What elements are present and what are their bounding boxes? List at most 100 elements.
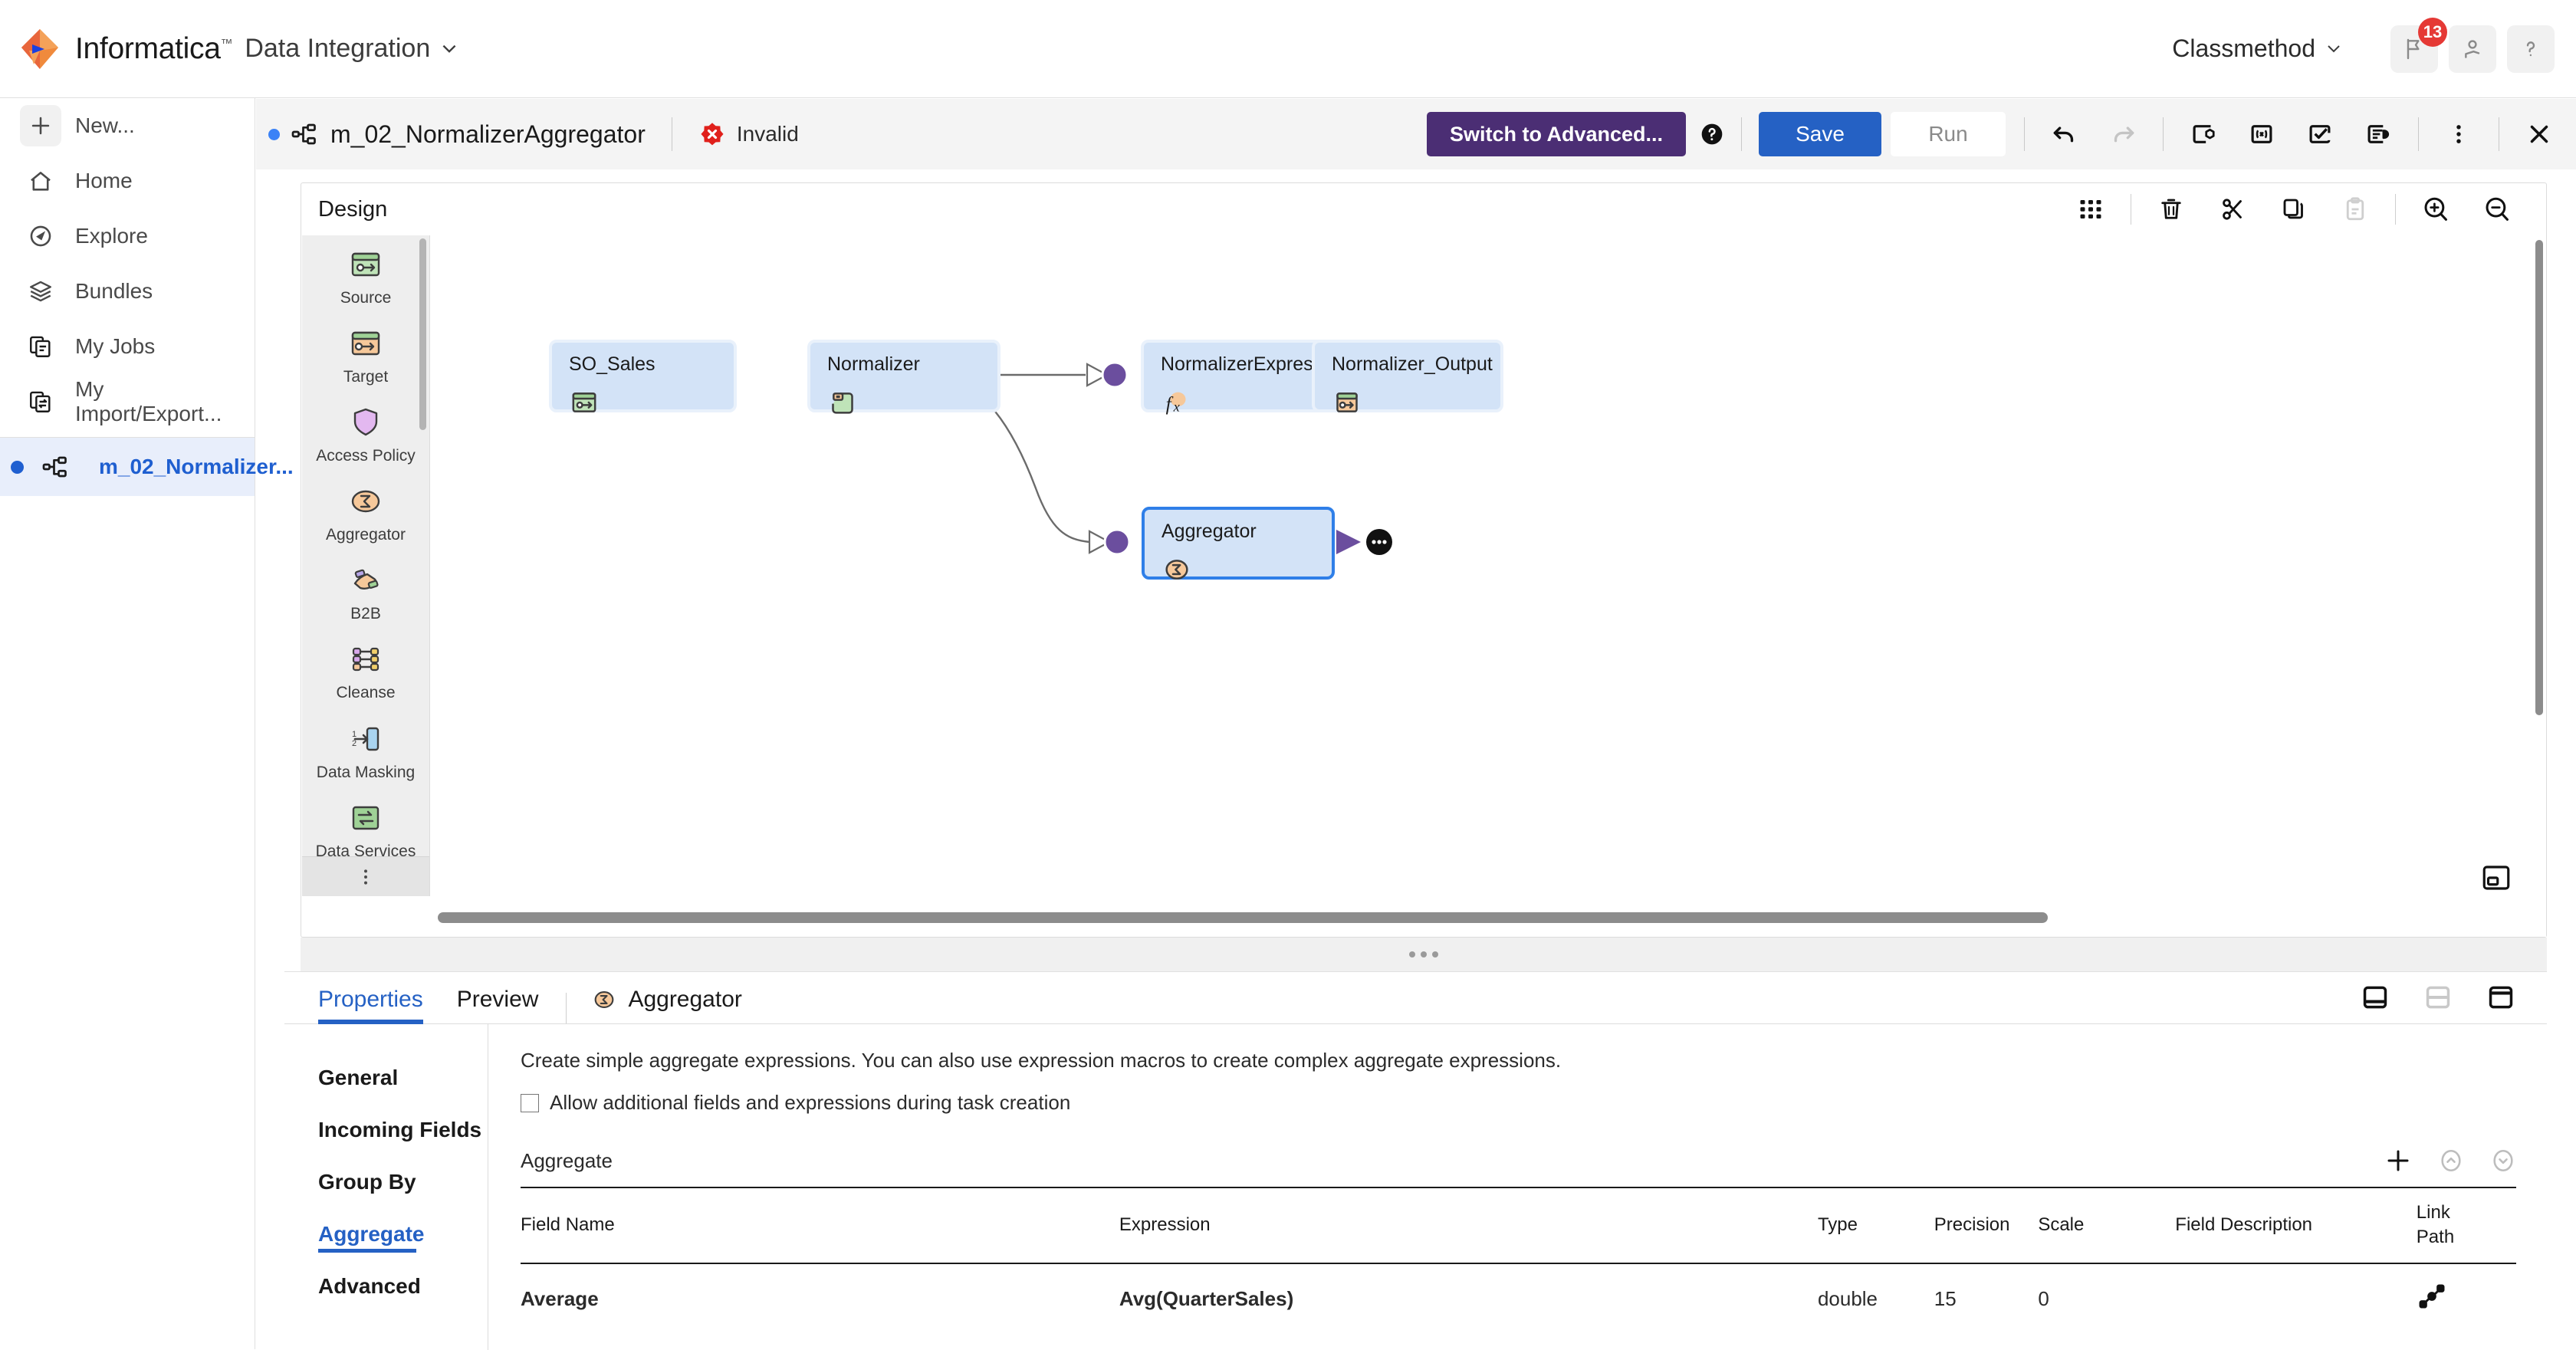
canvas-node-normalizer[interactable]: Normalizer [807,340,1001,414]
cut-icon[interactable] [2213,189,2252,229]
canvas-node-normalizer-output[interactable]: Normalizer_Output [1312,340,1503,412]
properties-panel: Properties Preview Aggregator General In [284,971,2547,1350]
top-header: Informatica™ Data Integration Classmetho… [0,0,2576,98]
sidebar-item-explore[interactable]: Explore [0,209,255,264]
paste-icon [2335,189,2375,229]
side-item-aggregate[interactable]: Aggregate [284,1208,488,1260]
undo-icon[interactable] [2045,114,2085,154]
sidebar-item-my-import-export[interactable]: My Import/Export... [0,374,255,429]
unsaved-dot-icon [268,128,280,140]
zoom-in-icon[interactable] [2416,189,2456,229]
side-item-group-by[interactable]: Group By [284,1156,488,1208]
grip-dot [1432,951,1438,957]
expression-macro-icon[interactable] [2242,114,2282,154]
switch-to-advanced-button[interactable]: Switch to Advanced... [1426,112,1686,156]
properties-body: General Incoming Fields Group By Aggrega… [284,1024,2547,1350]
side-item-advanced[interactable]: Advanced [284,1260,488,1312]
col-expression: Expression [1119,1187,1818,1264]
sidebar-item-home[interactable]: Home [0,153,255,209]
move-up-icon [2438,1148,2464,1174]
side-item-general[interactable]: General [284,1052,488,1104]
panel-split-icon[interactable] [2420,979,2456,1016]
canvas-node-so-sales[interactable]: SO_Sales [549,340,737,412]
sidebar-item-my-jobs[interactable]: My Jobs [0,319,255,374]
add-icon[interactable] [2384,1147,2412,1174]
palette-item-b2b[interactable]: B2B [302,551,429,630]
validate-icon[interactable] [2300,114,2340,154]
canvas-horizontal-scrollbar[interactable] [438,912,2048,923]
palette-item-source[interactable]: Source [302,235,429,314]
tab-preview[interactable]: Preview [457,987,539,1023]
canvas-vertical-scrollbar[interactable] [2535,240,2543,715]
sidebar-item-new[interactable]: New... [0,98,255,153]
user-profile-button[interactable] [2449,25,2496,73]
cell-field-name[interactable]: Average [521,1263,1119,1334]
palette-item-data-masking[interactable]: 1 2 Data Masking [302,710,429,789]
save-button[interactable]: Save [1759,112,1881,156]
close-icon[interactable] [2519,114,2559,154]
org-selector[interactable]: Classmethod [2172,34,2343,63]
delete-icon[interactable] [2151,189,2191,229]
palette-item-aggregator[interactable]: Aggregator [302,472,429,551]
mapping-summary-icon[interactable] [2358,114,2398,154]
unsaved-dot-icon [11,460,24,474]
status-badge: Invalid [698,120,799,148]
chevron-down-icon [2328,44,2340,52]
sidebar-item-open-asset[interactable]: m_02_Normalizer... [0,438,294,496]
allow-additional-label: Allow additional fields and expressions … [550,1091,1071,1114]
table-row[interactable]: Average Avg(QuarterSales) double 15 0 [521,1263,2516,1334]
properties-tabbar: Properties Preview Aggregator [284,972,2547,1024]
node-label: SO_Sales [569,353,656,375]
panel-bottom-icon[interactable] [2357,979,2394,1016]
source-icon [572,393,596,412]
side-item-incoming-fields[interactable]: Incoming Fields [284,1104,488,1156]
import-export-icon [20,381,61,422]
help-button[interactable] [2507,25,2555,73]
sidebar-item-label: My Jobs [75,334,156,358]
flag-notifications-button[interactable]: 13 [2390,17,2447,73]
mapping-canvas[interactable]: SO_Sales Normalizer NormalizerExpression… [430,235,2546,937]
palette-item-access-policy[interactable]: Access Policy [302,393,429,472]
move-down-icon [2490,1148,2516,1174]
aggregator-icon [351,491,380,513]
jobs-icon [20,326,61,367]
sidebar-item-bundles[interactable]: Bundles [0,264,255,319]
mapping-icon [34,446,76,488]
allow-additional-row[interactable]: Allow additional fields and expressions … [521,1091,2516,1115]
selected-object-label: Aggregator [628,987,742,1012]
copy-icon[interactable] [2274,189,2314,229]
zoom-out-icon[interactable] [2477,189,2517,229]
panel-splitter[interactable] [301,938,2547,971]
plus-icon [20,105,61,146]
palette-item-label: B2B [350,605,381,623]
allow-additional-checkbox[interactable] [521,1093,539,1112]
canvas-node-normalizer-expression[interactable]: NormalizerExpression f x [1141,340,1349,415]
target-icon [351,331,380,356]
node-label: Aggregator [1162,521,1257,542]
palette-more-button[interactable] [302,856,429,896]
overview-icon[interactable] [2480,862,2512,894]
brand-logo-group: Informatica™ Data Integration [18,28,459,71]
service-name: Data Integration [245,34,431,63]
cell-link-path[interactable] [2417,1263,2516,1334]
palette-scrollbar[interactable] [419,238,426,430]
run-button[interactable]: Run [1891,112,2006,156]
cell-scale: 0 [2038,1286,2049,1310]
tab-properties[interactable]: Properties [318,987,423,1024]
palette-item-cleanse[interactable]: Cleanse [302,630,429,709]
explore-icon [20,215,61,257]
advanced-help-icon[interactable] [1700,122,1724,146]
col-scale: Scale [2038,1187,2176,1264]
panel-top-icon[interactable] [2482,979,2519,1016]
chevron-down-icon[interactable] [439,39,459,59]
table-header-row: Field Name Expression Type Precision Sca… [521,1187,2516,1264]
invalid-icon [701,123,724,146]
grid-icon[interactable] [2071,189,2111,229]
canvas-node-aggregator[interactable]: Aggregator [1142,507,1335,580]
aggregator-icon [595,991,614,1008]
user-icon [2465,39,2480,58]
cell-expression[interactable]: Avg(QuarterSales) [1119,1263,1818,1334]
new-parameter-icon[interactable] [2183,114,2223,154]
palette-item-target[interactable]: Target [302,314,429,393]
more-vertical-icon[interactable] [2439,114,2479,154]
